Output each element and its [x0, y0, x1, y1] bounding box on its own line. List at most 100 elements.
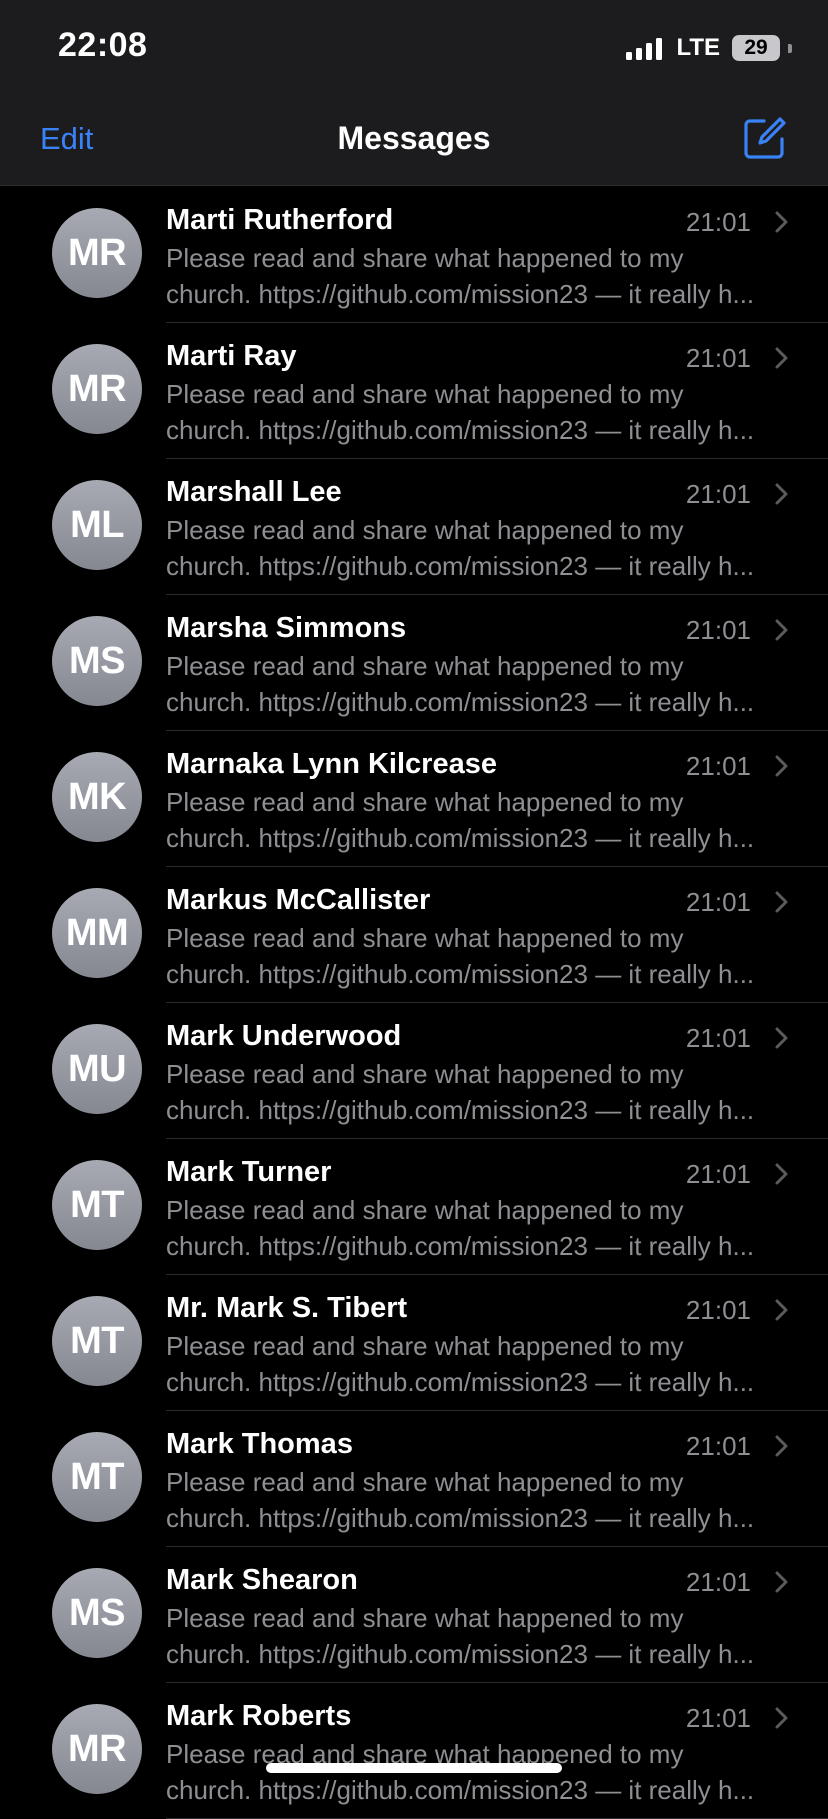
battery-cap-icon: [788, 43, 792, 53]
contact-name: Mark Shearon: [166, 1564, 358, 1596]
navigation-bar: 22:08 LTE 29 Edit Messages: [0, 0, 828, 186]
avatar[interactable]: MR: [52, 208, 142, 298]
message-preview-line: Please read and share what happened to m…: [166, 1195, 684, 1225]
conversation-content: Marnaka Lynn Kilcrease 21:01 Please read a…: [166, 730, 828, 867]
conversation-content: Mark Thomas 21:01 Please read and share wh…: [166, 1410, 828, 1547]
conversation-row[interactable]: MS Marsha Simmons 21:01 Please read and sha…: [0, 594, 828, 731]
conversation-row[interactable]: MR Marti Ray 21:01 Please read and share wh…: [0, 322, 828, 459]
message-preview: Please read and share what happened to m…: [166, 1464, 786, 1536]
chevron-right-icon: [775, 755, 788, 777]
conversation-row[interactable]: MU Mark Underwood 21:01 Please read and sha…: [0, 1002, 828, 1139]
contact-name: Marti Rutherford: [166, 204, 394, 236]
message-preview: Please read and share what happened to m…: [166, 1600, 786, 1672]
chevron-right-icon: [775, 1027, 788, 1049]
conversation-content: Mr. Mark S. Tibert 21:01 Please read and s…: [166, 1274, 828, 1411]
chevron-right-icon: [775, 211, 788, 233]
message-time: 21:01: [685, 207, 751, 237]
status-time: 22:08: [58, 26, 148, 64]
chevron-right-icon: [775, 619, 788, 641]
message-time: 21:01: [685, 751, 751, 781]
message-time: 21:01: [685, 1703, 751, 1733]
message-preview-line: church. https://github.com/mission23 — i…: [166, 1503, 755, 1533]
conversation-row[interactable]: MT Mr. Mark S. Tibert 21:01 Please read and…: [0, 1274, 828, 1411]
message-preview: Please read and share what happened to m…: [166, 376, 786, 448]
message-time: 21:01: [685, 343, 751, 373]
conversation-row[interactable]: MR Mark Roberts 21:01 Please read and share…: [0, 1682, 828, 1819]
home-indicator[interactable]: [266, 1763, 562, 1773]
conversation-content: Marshall Lee 21:01 Please read and share w…: [166, 458, 828, 595]
message-preview-line: church. https://github.com/mission23 — i…: [166, 823, 755, 853]
conversation-row[interactable]: MS Mark Shearon 21:01 Please read and share…: [0, 1546, 828, 1683]
message-preview-line: Please read and share what happened to m…: [166, 243, 684, 273]
conversation-row[interactable]: MT Mark Turner 21:01 Please read and share …: [0, 1138, 828, 1275]
status-indicators: LTE 29: [626, 34, 792, 62]
message-preview-line: church. https://github.com/mission23 — i…: [166, 415, 755, 445]
contact-name: Mark Roberts: [166, 1700, 352, 1732]
conversation-content: Marsha Simmons 21:01 Please read and share…: [166, 594, 828, 731]
conversation-content: Markus McCallister 21:01 Please read and s…: [166, 866, 828, 1003]
message-preview-line: church. https://github.com/mission23 — i…: [166, 687, 755, 717]
conversation-row[interactable]: ML Marshall Lee 21:01 Please read and share…: [0, 458, 828, 595]
conversation-row[interactable]: MR Marti Rutherford 21:01 Please read and s…: [0, 186, 828, 323]
message-preview: Please read and share what happened to m…: [166, 1056, 786, 1128]
conversation-row[interactable]: MM Markus McCallister 21:01 Please read and…: [0, 866, 828, 1003]
contact-name: Mark Thomas: [166, 1428, 353, 1460]
message-preview: Please read and share what happened to m…: [166, 1192, 786, 1264]
contact-name: Marshall Lee: [166, 476, 342, 508]
contact-name: Mark Turner: [166, 1156, 332, 1188]
conversation-list: MR Marti Rutherford 21:01 Please read and s…: [0, 186, 828, 1819]
conversation-content: Mark Turner 21:01 Please read and share wh…: [166, 1138, 828, 1275]
message-time: 21:01: [685, 1295, 751, 1325]
compose-icon[interactable]: [742, 115, 788, 161]
conversation-content: Mark Roberts 21:01 Please read and share w…: [166, 1682, 828, 1819]
contact-name: Mr. Mark S. Tibert: [166, 1292, 408, 1324]
contact-name: Mark Underwood: [166, 1020, 402, 1052]
battery-icon: 29: [732, 35, 780, 61]
avatar[interactable]: MS: [52, 616, 142, 706]
chevron-right-icon: [775, 1707, 788, 1729]
chevron-right-icon: [775, 1299, 788, 1321]
message-preview: Please read and share what happened to m…: [166, 784, 786, 856]
avatar[interactable]: MT: [52, 1432, 142, 1522]
chevron-right-icon: [775, 891, 788, 913]
contact-name: Marsha Simmons: [166, 612, 407, 644]
avatar[interactable]: ML: [52, 480, 142, 570]
conversation-content: Marti Ray 21:01 Please read and share what…: [166, 322, 828, 459]
avatar[interactable]: MM: [52, 888, 142, 978]
message-preview-line: Please read and share what happened to m…: [166, 515, 684, 545]
message-time: 21:01: [685, 1431, 751, 1461]
message-preview-line: Please read and share what happened to m…: [166, 1331, 684, 1361]
avatar[interactable]: MK: [52, 752, 142, 842]
message-preview-line: church. https://github.com/mission23 — i…: [166, 1775, 755, 1805]
message-preview-line: church. https://github.com/mission23 — i…: [166, 1639, 755, 1669]
message-preview-line: church. https://github.com/mission23 — i…: [166, 959, 755, 989]
message-preview-line: church. https://github.com/mission23 — i…: [166, 279, 755, 309]
avatar[interactable]: MU: [52, 1024, 142, 1114]
chevron-right-icon: [775, 483, 788, 505]
cellular-signal-icon: [626, 36, 663, 60]
chevron-right-icon: [775, 1571, 788, 1593]
conversation-row[interactable]: MT Mark Thomas 21:01 Please read and share …: [0, 1410, 828, 1547]
message-preview-line: Please read and share what happened to m…: [166, 379, 684, 409]
message-time: 21:01: [685, 479, 751, 509]
message-preview-line: Please read and share what happened to m…: [166, 1603, 684, 1633]
conversation-row[interactable]: MK Marnaka Lynn Kilcrease 21:01 Please read…: [0, 730, 828, 867]
message-preview: Please read and share what happened to m…: [166, 240, 786, 312]
battery-level: 29: [744, 36, 768, 59]
network-type: LTE: [676, 34, 720, 61]
message-preview: Please read and share what happened to m…: [166, 648, 786, 720]
avatar[interactable]: MT: [52, 1296, 142, 1386]
message-time: 21:01: [685, 1567, 751, 1597]
avatar[interactable]: MT: [52, 1160, 142, 1250]
avatar[interactable]: MR: [52, 344, 142, 434]
message-preview-line: church. https://github.com/mission23 — i…: [166, 551, 755, 581]
conversation-content: Mark Underwood 21:01 Please read and share…: [166, 1002, 828, 1139]
contact-name: Markus McCallister: [166, 884, 431, 916]
message-time: 21:01: [685, 887, 751, 917]
message-preview-line: church. https://github.com/mission23 — i…: [166, 1231, 755, 1261]
avatar[interactable]: MS: [52, 1568, 142, 1658]
message-time: 21:01: [685, 1023, 751, 1053]
chevron-right-icon: [775, 347, 788, 369]
avatar[interactable]: MR: [52, 1704, 142, 1794]
message-time: 21:01: [685, 1159, 751, 1189]
